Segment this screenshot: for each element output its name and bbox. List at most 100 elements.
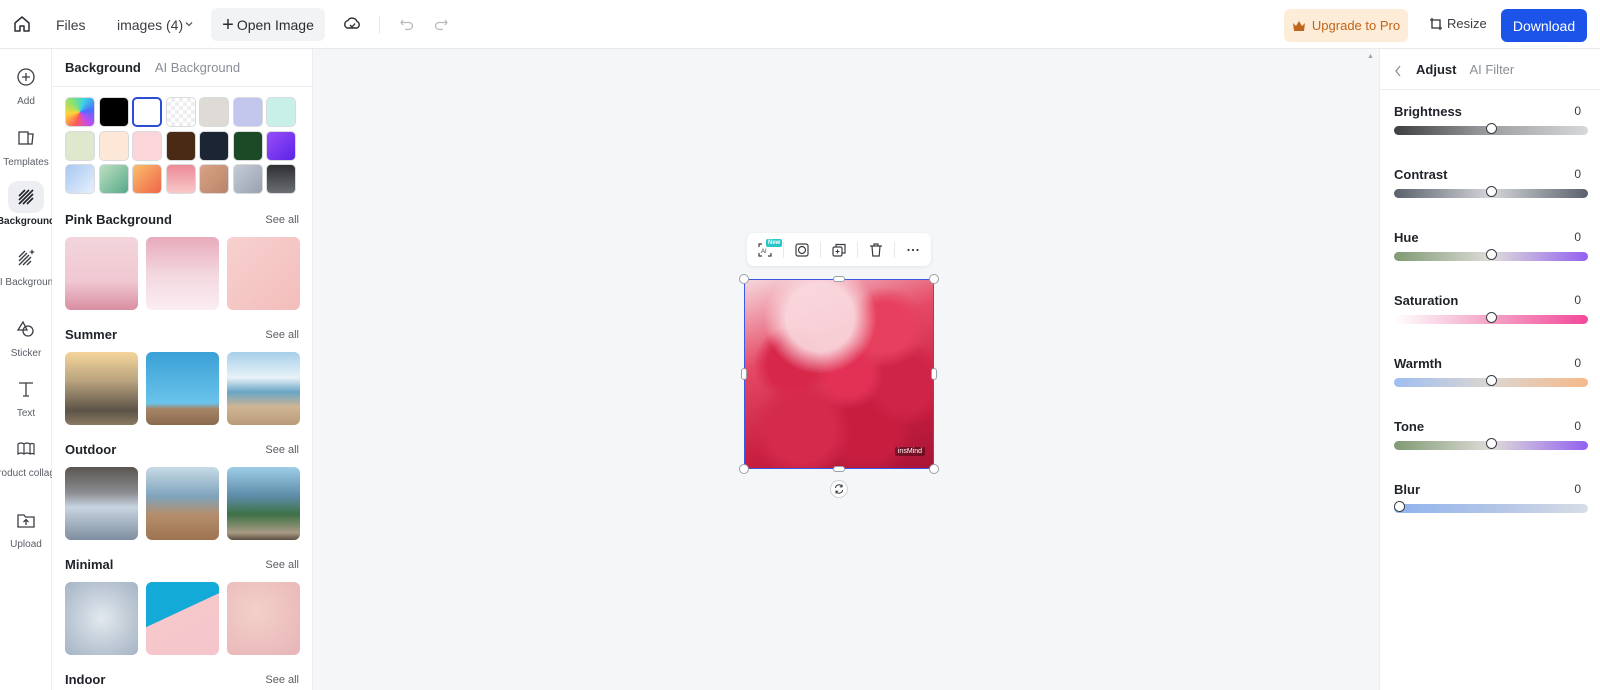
adjust-slider-knob[interactable] [1486, 186, 1497, 197]
color-swatch-pink-gradient[interactable] [165, 164, 196, 194]
project-name[interactable]: images (4) [117, 17, 183, 33]
duplicate-button[interactable] [821, 233, 857, 266]
redo-icon[interactable] [432, 15, 450, 33]
adjust-slider-knob[interactable] [1486, 438, 1497, 449]
see-all-link[interactable]: See all [265, 444, 299, 456]
resize-handle-top-left[interactable] [739, 274, 749, 284]
color-swatch-white[interactable] [132, 97, 162, 127]
adjust-slider-knob[interactable] [1486, 312, 1497, 323]
upgrade-label: Upgrade to Pro [1311, 18, 1401, 33]
tab-divider [1380, 89, 1600, 90]
nav-item-sticker[interactable]: Sticker [0, 313, 52, 359]
section-title: Pink Background [65, 212, 172, 227]
selected-image-raspberries[interactable]: insMind [744, 279, 934, 469]
color-swatch-black[interactable] [98, 97, 129, 127]
remove-bg-icon [795, 242, 809, 257]
color-swatch-orange-gradient[interactable] [132, 164, 162, 194]
more-icon [907, 248, 919, 251]
background-thumbnail[interactable] [146, 237, 219, 310]
see-all-link[interactable]: See all [265, 674, 299, 686]
delete-button[interactable] [858, 233, 894, 266]
background-thumbnail[interactable] [227, 352, 300, 425]
color-swatch-mint[interactable] [266, 97, 296, 127]
scroll-up-arrow[interactable]: ▲ [1367, 53, 1374, 60]
nav-item-product-collage[interactable]: Product collage [0, 433, 60, 479]
color-swatch-charcoal-gradient[interactable] [266, 164, 296, 194]
color-swatch-pale-pink[interactable] [132, 130, 162, 161]
background-thumbnail[interactable] [65, 237, 138, 310]
color-swatch-tan-gradient[interactable] [199, 164, 229, 194]
see-all-link[interactable]: See all [265, 329, 299, 341]
resize-button[interactable]: Resize [1429, 16, 1487, 31]
adjust-contrast: Contrast 0 [1394, 167, 1588, 198]
more-button[interactable] [895, 233, 931, 266]
background-thumbnail[interactable] [65, 467, 138, 540]
color-swatch-brown[interactable] [165, 130, 196, 161]
nav-item-add[interactable]: Add [0, 61, 52, 107]
resize-handle-bottom-left[interactable] [739, 464, 749, 474]
open-image-button[interactable]: + Open Image [211, 8, 325, 41]
background-thumbnail[interactable] [65, 582, 138, 655]
upgrade-to-pro-button[interactable]: Upgrade to Pro [1284, 9, 1408, 42]
color-swatch-navy[interactable] [199, 130, 229, 161]
adjust-label: Saturation [1394, 293, 1459, 308]
color-swatch-pale-green[interactable] [65, 130, 95, 161]
color-swatch-rainbow[interactable] [65, 97, 95, 127]
undo-icon[interactable] [398, 15, 416, 33]
chevron-down-icon[interactable] [183, 18, 195, 30]
adjust-brightness: Brightness 0 [1394, 104, 1588, 135]
color-swatch-transparent[interactable] [165, 97, 196, 127]
adjust-slider-knob[interactable] [1486, 375, 1497, 386]
nav-item-templates[interactable]: Templates [0, 122, 52, 168]
background-thumbnail[interactable] [227, 467, 300, 540]
color-swatch-lavender[interactable] [232, 97, 263, 127]
cloud-sync-icon[interactable] [342, 14, 362, 34]
adjust-slider-knob[interactable] [1486, 249, 1497, 260]
adjust-slider-knob[interactable] [1394, 501, 1405, 512]
adjust-slider-knob[interactable] [1486, 123, 1497, 134]
adjust-slider-track[interactable] [1394, 504, 1588, 513]
tab-ai-filter[interactable]: AI Filter [1469, 62, 1514, 77]
crop-resize-icon [1430, 17, 1442, 30]
background-thumbnail[interactable] [227, 582, 300, 655]
resize-handle-top-right[interactable] [929, 274, 939, 284]
nav-item-background[interactable]: Background [0, 181, 55, 227]
adjust-value: 0 [1574, 293, 1581, 307]
resize-handle-right[interactable] [931, 368, 937, 380]
resize-handle-left[interactable] [741, 368, 747, 380]
tab-background[interactable]: Background [65, 60, 141, 75]
tab-divider [52, 86, 312, 87]
background-thumbnail[interactable] [65, 352, 138, 425]
background-thumbnail[interactable] [146, 582, 219, 655]
color-swatch-green-gradient[interactable] [98, 164, 129, 194]
home-button[interactable] [10, 12, 34, 36]
background-thumbnail[interactable] [146, 352, 219, 425]
resize-handle-bottom-right[interactable] [929, 464, 939, 474]
rotate-handle[interactable] [830, 480, 848, 498]
remove-bg-button[interactable] [784, 233, 820, 266]
tab-ai-background[interactable]: AI Background [155, 60, 240, 75]
ai-tool-button[interactable]: AI New [747, 233, 783, 266]
see-all-link[interactable]: See all [265, 559, 299, 571]
color-swatch-forest[interactable] [232, 130, 263, 161]
tab-adjust[interactable]: Adjust [1416, 62, 1456, 77]
color-swatch-purple[interactable] [266, 130, 296, 161]
background-thumbnail[interactable] [146, 467, 219, 540]
resize-handle-bottom[interactable] [833, 466, 845, 472]
adjust-panel: Adjust AI Filter Brightness 0 Contrast 0 Hue… [1379, 49, 1600, 690]
nav-item-ai-background[interactable]: AI Background [0, 242, 59, 288]
nav-item-upload[interactable]: Upload [0, 504, 52, 550]
color-swatch-light-gray[interactable] [199, 97, 229, 127]
download-button[interactable]: Download [1501, 9, 1587, 42]
back-chevron-icon[interactable] [1394, 65, 1402, 77]
see-all-link[interactable]: See all [265, 214, 299, 226]
color-swatch-cream[interactable] [98, 130, 129, 161]
color-swatch-steel-gradient[interactable] [232, 164, 263, 194]
nav-item-text[interactable]: Text [0, 373, 52, 419]
section-title: Indoor [65, 672, 106, 687]
resize-handle-top[interactable] [833, 276, 845, 282]
color-swatch-sky-gradient[interactable] [65, 164, 95, 194]
duplicate-icon [832, 243, 846, 257]
files-link[interactable]: Files [56, 17, 86, 33]
background-thumbnail[interactable] [227, 237, 300, 310]
